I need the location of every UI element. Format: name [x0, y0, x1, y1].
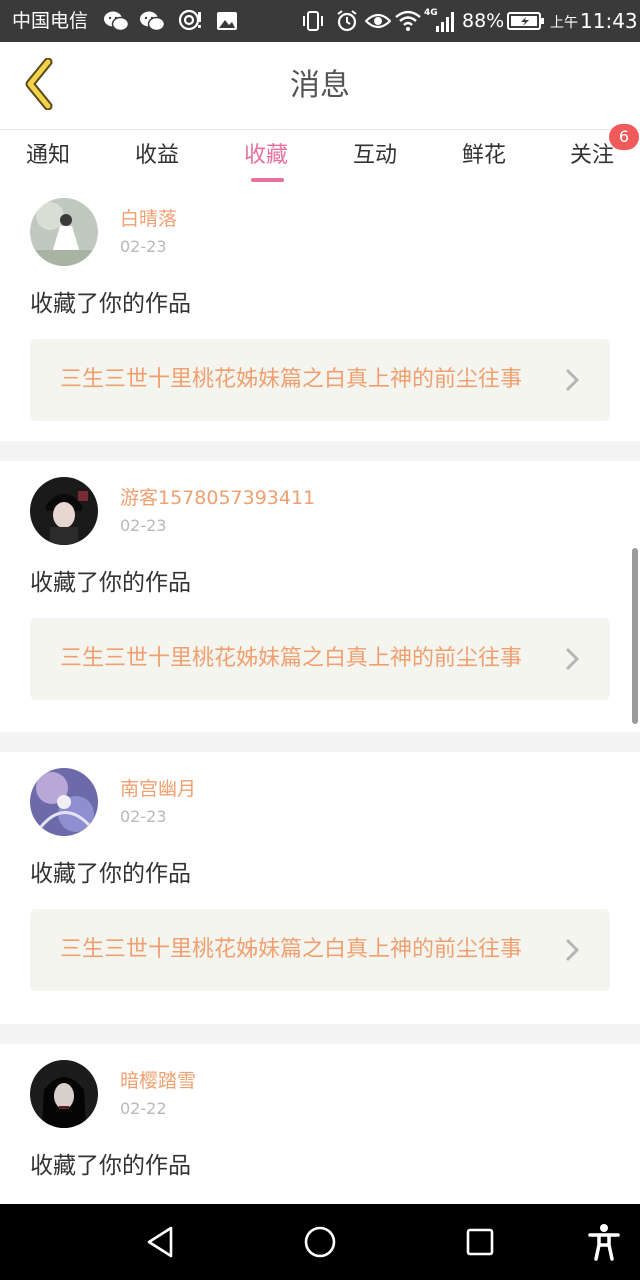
page-title: 消息 [290, 68, 350, 103]
eye-icon [364, 8, 392, 34]
recents-square-icon[interactable] [458, 1222, 502, 1262]
username[interactable]: 游客1578057393411 [120, 485, 315, 511]
list-item: 暗樱踏雪 02-22 收藏了你的作品 [0, 1044, 640, 1204]
work-link-card[interactable]: 三生三世十里桃花姊妹篇之白真上神的前尘往事 [30, 618, 610, 700]
status-bar: 中国电信 4G 88% 上午 11:43 [0, 0, 640, 42]
list-item: 白晴落 02-23 收藏了你的作品 三生三世十里桃花姊妹篇之白真上神的前尘往事 [0, 182, 640, 442]
time-period: 上午 [550, 15, 578, 31]
action-text: 收藏了你的作品 [30, 1153, 191, 1179]
wechat-icon [102, 8, 130, 34]
work-title: 三生三世十里桃花姊妹篇之白真上神的前尘往事 [60, 646, 523, 671]
hotspot-icon [176, 8, 204, 34]
date-label: 02-22 [120, 1099, 167, 1118]
unread-badge: 6 [609, 124, 639, 150]
accessibility-icon[interactable] [582, 1222, 626, 1262]
avatar[interactable] [30, 768, 98, 836]
chevron-right-icon [562, 367, 582, 393]
avatar[interactable] [30, 198, 98, 266]
date-label: 02-23 [120, 807, 167, 826]
image-icon [214, 8, 240, 34]
work-link-card[interactable]: 三生三世十里桃花姊妹篇之白真上神的前尘往事 [30, 909, 610, 991]
wifi-icon [394, 8, 422, 34]
list-item: 游客1578057393411 02-23 收藏了你的作品 三生三世十里桃花姊妹… [0, 461, 640, 721]
battery-percent: 88% [462, 10, 505, 32]
username[interactable]: 南宫幽月 [120, 776, 196, 802]
work-link-card[interactable]: 三生三世十里桃花姊妹篇之白真上神的前尘往事 [30, 339, 610, 421]
message-list[interactable]: 白晴落 02-23 收藏了你的作品 三生三世十里桃花姊妹篇之白真上神的前尘往事 … [0, 182, 640, 1204]
scrollbar[interactable] [632, 548, 638, 724]
clock: 11:43 [580, 9, 638, 33]
divider [0, 732, 640, 752]
back-triangle-icon[interactable] [138, 1222, 182, 1262]
home-circle-icon[interactable] [298, 1222, 342, 1262]
username[interactable]: 白晴落 [120, 206, 177, 232]
divider [0, 1024, 640, 1044]
work-title: 三生三世十里桃花姊妹篇之白真上神的前尘往事 [60, 367, 523, 392]
avatar[interactable] [30, 1060, 98, 1128]
tab-favorites-label: 收藏 [243, 143, 288, 168]
list-item: 南宫幽月 02-23 收藏了你的作品 三生三世十里桃花姊妹篇之白真上神的前尘往事 [0, 752, 640, 1012]
action-text: 收藏了你的作品 [30, 861, 191, 887]
wechat-icon [138, 8, 166, 34]
date-label: 02-23 [120, 237, 167, 256]
action-text: 收藏了你的作品 [30, 291, 191, 317]
carrier-label: 中国电信 [12, 10, 89, 32]
date-label: 02-23 [120, 516, 167, 535]
alarm-icon [334, 8, 360, 34]
action-text: 收藏了你的作品 [30, 570, 191, 596]
tab-favorites[interactable]: 收藏 [221, 140, 311, 182]
avatar[interactable] [30, 477, 98, 545]
tab-notifications[interactable]: 通知 [3, 140, 93, 172]
tab-bar: 通知 收益 收藏 互动 鲜花 关注 [0, 130, 640, 182]
tab-interactions[interactable]: 互动 [330, 140, 420, 172]
username[interactable]: 暗樱踏雪 [120, 1068, 196, 1094]
chevron-right-icon [562, 937, 582, 963]
tab-earnings[interactable]: 收益 [112, 140, 202, 172]
signal-icon: 4G [424, 8, 458, 34]
work-title: 三生三世十里桃花姊妹篇之白真上神的前尘往事 [60, 937, 523, 962]
chevron-right-icon [562, 646, 582, 672]
battery-charging-icon [506, 8, 546, 34]
tab-flowers[interactable]: 鲜花 [439, 140, 529, 172]
vibrate-icon [300, 8, 326, 34]
network-type-label: 4G [424, 8, 438, 18]
divider [0, 441, 640, 461]
system-nav-bar [0, 1204, 640, 1280]
header: 消息 [0, 42, 640, 130]
